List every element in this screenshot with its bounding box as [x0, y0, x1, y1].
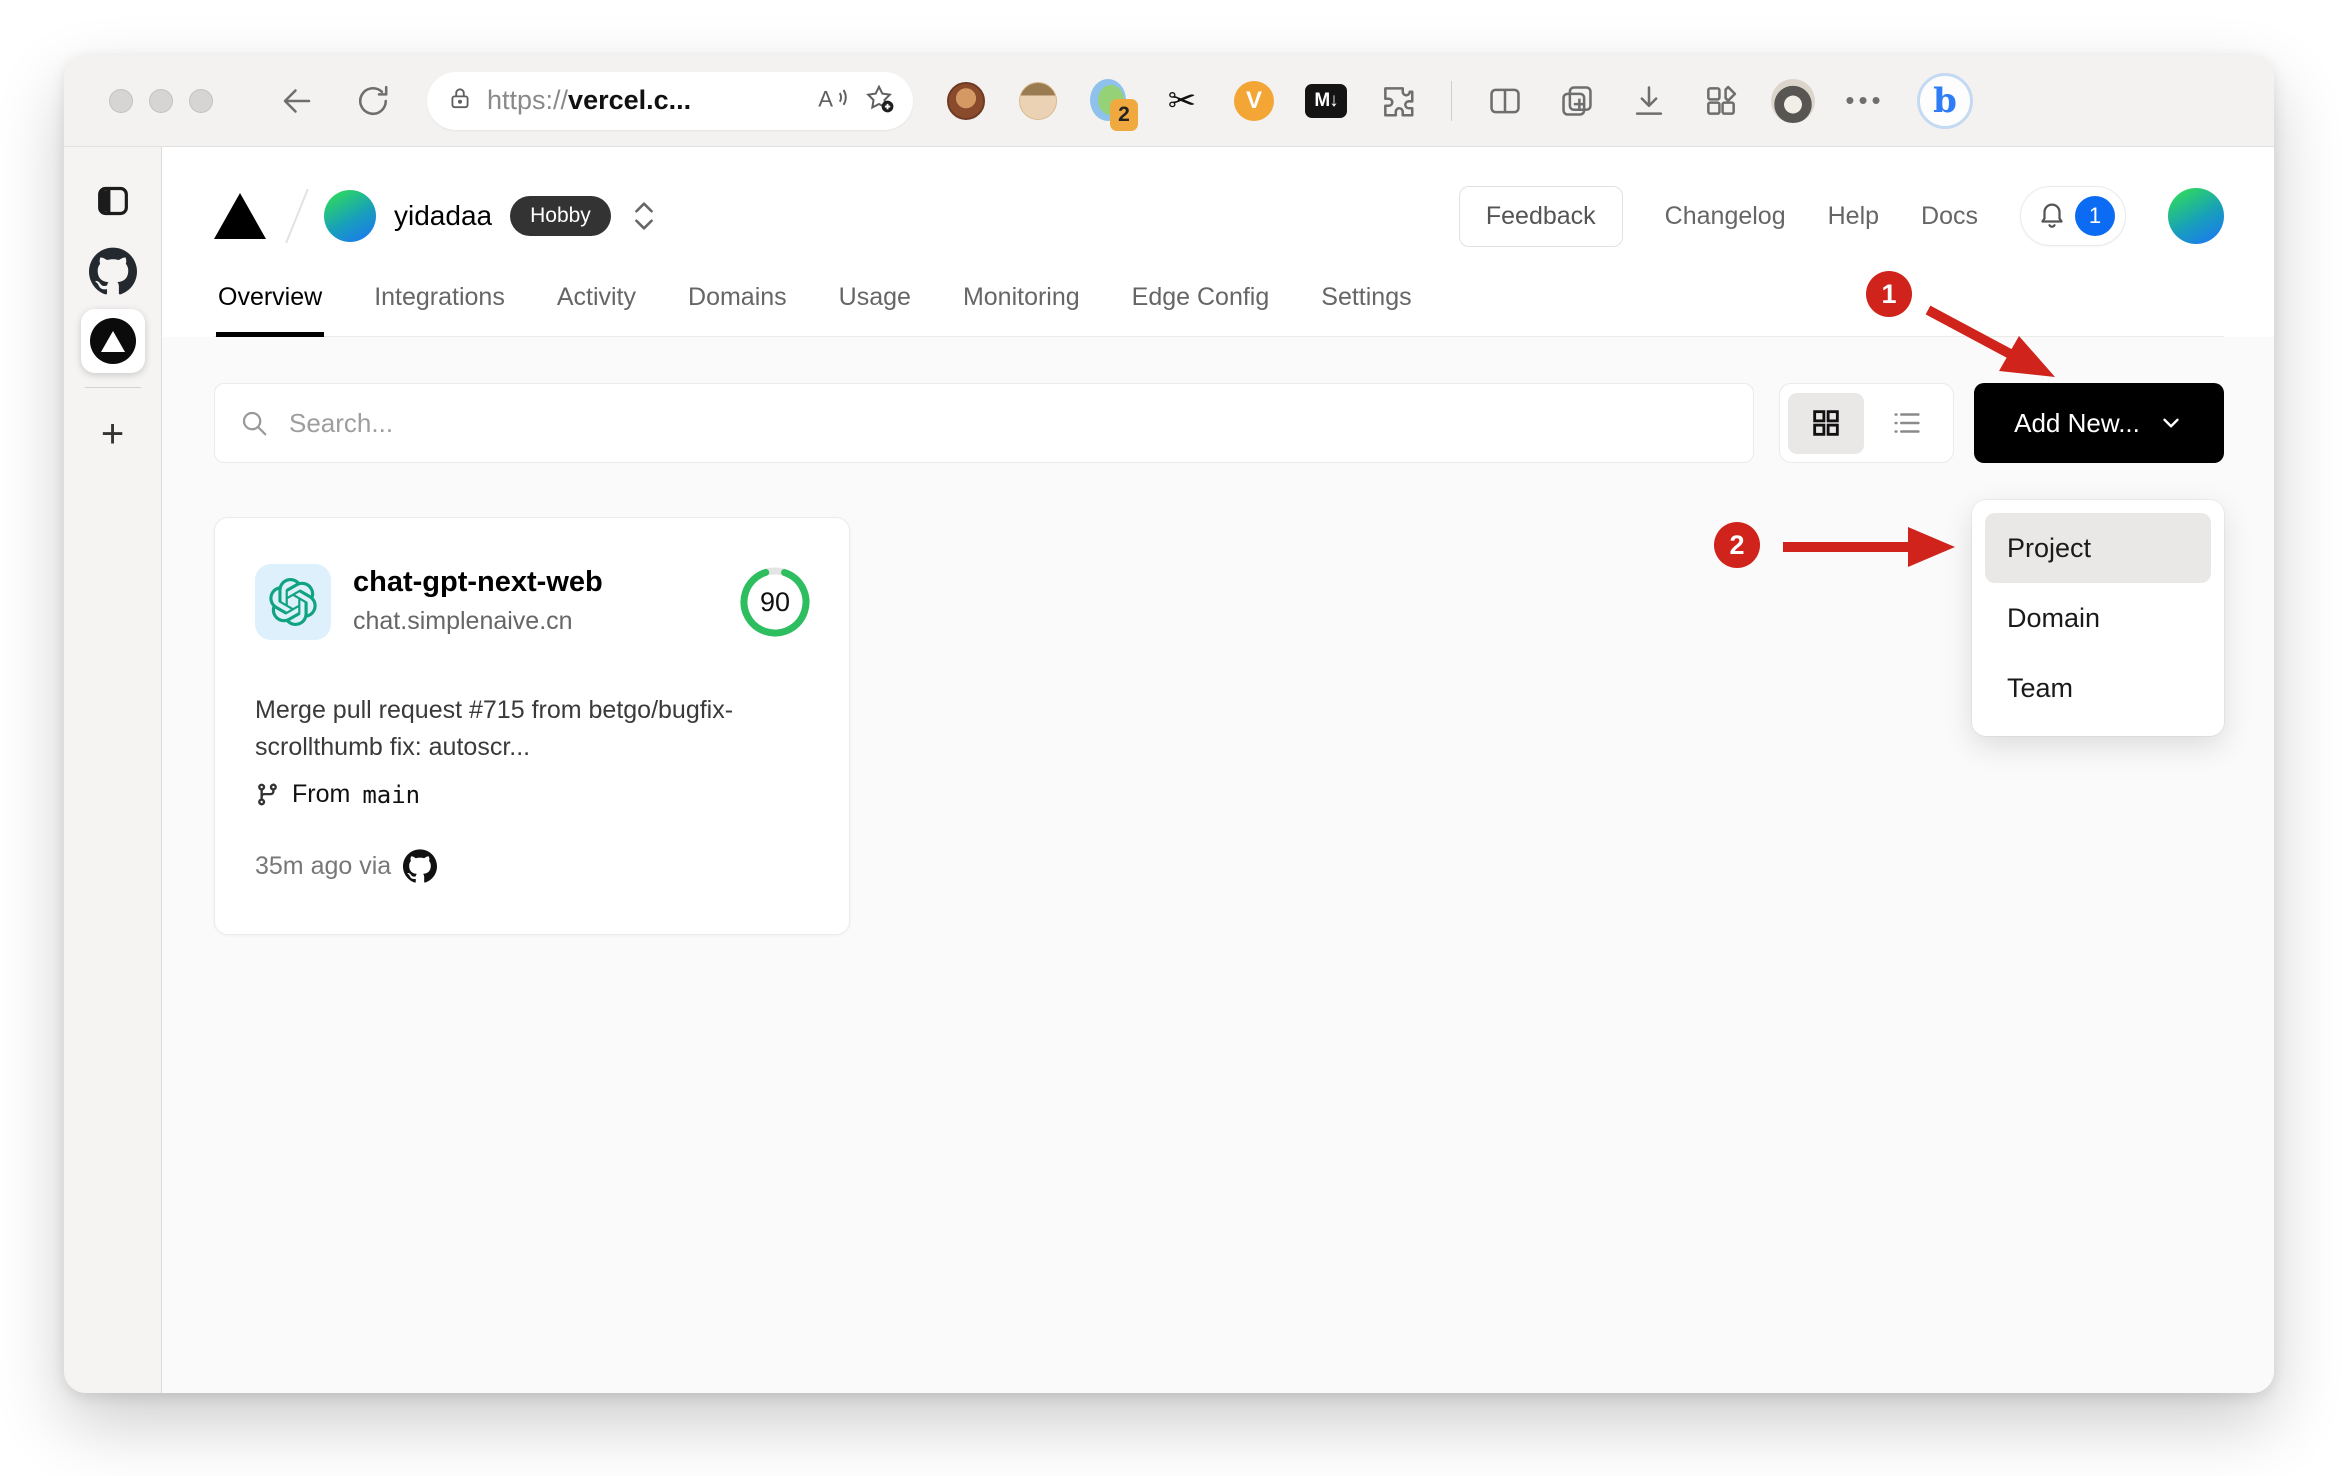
vercel-favicon	[89, 318, 136, 364]
menu-item-project[interactable]: Project	[1985, 513, 2211, 583]
list-view-icon	[1894, 413, 1920, 433]
lighthouse-score-ring[interactable]: 90	[737, 564, 813, 640]
search-icon	[242, 411, 267, 436]
project-card[interactable]: chat-gpt-next-web chat.simplenaive.cn 90…	[214, 517, 850, 935]
grid-view-icon	[1813, 410, 1839, 436]
list-view-button[interactable]	[1869, 393, 1945, 454]
docs-link[interactable]: Docs	[1921, 202, 1978, 231]
zoom-window-button[interactable]	[189, 88, 213, 113]
bell-icon	[2037, 199, 2067, 234]
tab-panel-toggle-icon[interactable]	[81, 169, 145, 233]
apps-launcher-icon[interactable]	[1698, 78, 1744, 124]
add-new-dropdown: Project Domain Team	[1972, 500, 2224, 736]
tab-usage[interactable]: Usage	[837, 269, 913, 336]
favorite-star-icon[interactable]	[863, 82, 895, 119]
vercel-dashboard-page: yidadaa Hobby Feedback Changelog Help Do…	[162, 147, 2274, 1393]
notifications-button[interactable]: 1	[2020, 186, 2126, 246]
breadcrumb-slash	[285, 188, 309, 244]
projects-content: Add New... chat-gpt-next-web chat.simple…	[162, 337, 2274, 1393]
grid-view-button[interactable]	[1788, 392, 1864, 454]
menu-item-team[interactable]: Team	[1985, 653, 2211, 723]
branch-name: main	[362, 780, 421, 809]
extensions-puzzle-icon[interactable]	[1375, 78, 1421, 124]
markdown-download-extension-icon[interactable]: M↓	[1303, 78, 1349, 124]
v-extension-icon[interactable]: V	[1231, 78, 1277, 124]
dashboard-nav-tabs: Overview Integrations Activity Domains U…	[214, 269, 2224, 337]
vercel-logo[interactable]	[214, 193, 266, 239]
extension-badge: 2	[1110, 98, 1138, 131]
url-text: https://vercel.c...	[487, 85, 692, 115]
close-window-button[interactable]	[109, 88, 133, 113]
lock-icon	[447, 85, 473, 116]
svg-text:A: A	[818, 87, 833, 112]
changelog-link[interactable]: Changelog	[1665, 202, 1786, 231]
new-tab-button[interactable]: +	[81, 402, 145, 466]
tab-activity[interactable]: Activity	[555, 269, 638, 336]
dashboard-header: yidadaa Hobby Feedback Changelog Help Do…	[162, 147, 2274, 337]
tampermonkey-extension-icon[interactable]	[943, 78, 989, 124]
score-value: 90	[759, 586, 791, 617]
team-switcher-icon[interactable]	[631, 201, 657, 231]
back-icon[interactable]	[275, 79, 319, 123]
openai-project-icon	[255, 564, 331, 640]
window-controls	[109, 88, 213, 113]
vercel-active-tab[interactable]	[80, 309, 145, 373]
tab-settings[interactable]: Settings	[1319, 269, 1413, 336]
tab-monitoring[interactable]: Monitoring	[961, 269, 1082, 336]
git-branch-icon	[258, 783, 277, 806]
profile-avatar[interactable]	[1770, 78, 1816, 124]
bing-chat-icon[interactable]: b	[1914, 72, 1976, 129]
plan-badge: Hobby	[510, 196, 611, 236]
browser-window: https://vercel.c... A 2 ✂ V M↓ ••• b + y…	[64, 55, 2274, 1393]
commit-message: Merge pull request #715 from betgo/bugfi…	[255, 696, 734, 761]
team-avatar[interactable]	[324, 190, 376, 242]
add-new-button[interactable]: Add New...	[1974, 383, 2224, 463]
deploy-time: 35m ago via	[255, 851, 392, 880]
view-toggle	[1779, 383, 1954, 463]
project-search	[214, 383, 1754, 463]
help-link[interactable]: Help	[1828, 202, 1879, 231]
chevron-down-icon	[2163, 418, 2179, 428]
toolbar-divider	[1451, 80, 1452, 121]
tab-edge-config[interactable]: Edge Config	[1130, 269, 1272, 336]
refresh-icon[interactable]	[351, 79, 395, 123]
tab-strip-divider	[84, 387, 141, 388]
browser-toolbar: https://vercel.c... A 2 ✂ V M↓ ••• b	[64, 55, 2274, 147]
collections-icon[interactable]	[1554, 78, 1600, 124]
more-menu-icon[interactable]: •••	[1842, 78, 1888, 124]
extension-area: 2 ✂ V M↓ ••• b	[943, 72, 1976, 131]
github-source-icon	[403, 849, 438, 883]
menu-item-domain[interactable]: Domain	[1985, 583, 2211, 653]
read-aloud-icon[interactable]: A	[817, 83, 849, 118]
tab-overview[interactable]: Overview	[216, 269, 325, 337]
search-input[interactable]	[289, 407, 1729, 439]
project-name[interactable]: chat-gpt-next-web	[353, 566, 737, 599]
minimize-window-button[interactable]	[149, 88, 173, 113]
from-label: From	[292, 780, 351, 808]
feedback-button[interactable]: Feedback	[1458, 185, 1623, 247]
avatar-extension-icon[interactable]	[1015, 78, 1061, 124]
address-bar[interactable]: https://vercel.c... A	[427, 71, 913, 130]
tab-domains[interactable]: Domains	[686, 269, 789, 336]
clipper-extension-icon[interactable]: ✂	[1159, 78, 1205, 124]
split-screen-icon[interactable]	[1482, 78, 1528, 124]
vertical-tab-strip: +	[64, 147, 162, 1393]
project-domain[interactable]: chat.simplenaive.cn	[353, 607, 737, 636]
downloads-icon[interactable]	[1626, 78, 1672, 124]
user-avatar[interactable]	[2168, 188, 2224, 244]
tab-integrations[interactable]: Integrations	[372, 269, 507, 336]
notification-count-badge: 1	[2075, 196, 2115, 236]
github-tab-icon[interactable]	[81, 239, 145, 303]
session-extension-icon[interactable]: 2	[1087, 78, 1138, 131]
team-name: yidadaa	[394, 200, 493, 231]
